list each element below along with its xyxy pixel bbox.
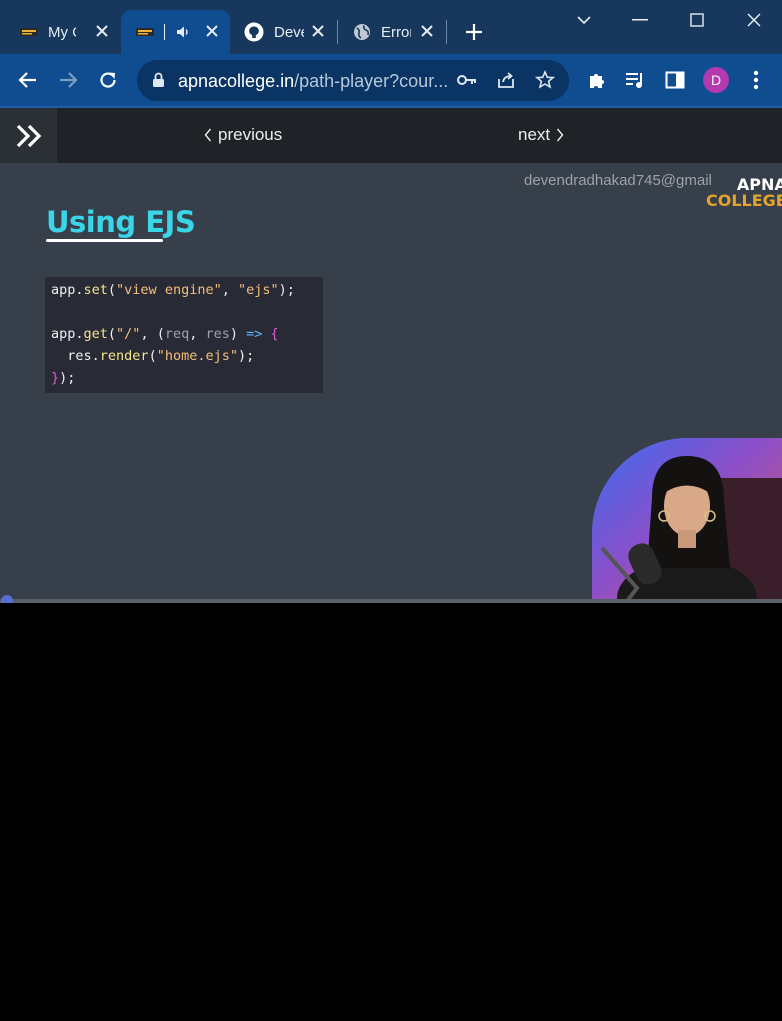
close-icon[interactable] <box>204 23 220 39</box>
tab-divider <box>446 20 447 44</box>
close-icon <box>747 13 761 27</box>
chevron-right-icon <box>557 128 564 142</box>
url-text[interactable]: apnacollege.in/path-player?cour... <box>178 71 448 92</box>
browser-toolbar: apnacollege.in/path-player?cour... D <box>0 54 782 106</box>
next-label: next <box>518 125 551 144</box>
close-window-button[interactable] <box>740 8 768 32</box>
tab-title: Error <box>381 23 411 41</box>
key-icon[interactable] <box>457 72 477 88</box>
presenter-webcam <box>592 438 782 599</box>
tab-active-video[interactable] <box>121 10 230 54</box>
speaker-icon[interactable] <box>175 24 191 40</box>
media-queue-icon <box>626 73 642 88</box>
user-email-watermark: devendradhakad745@gmail <box>524 172 712 189</box>
chevron-left-icon <box>204 128 212 142</box>
extensions-button[interactable] <box>585 68 609 92</box>
apna-college-favicon <box>136 28 154 36</box>
previous-label: previous <box>218 125 283 144</box>
code-snippet: app.set("view engine", "ejs"); app.get("… <box>45 277 323 393</box>
code-line: res.render("home.ejs"); <box>51 348 255 364</box>
tab-title: Deve <box>274 23 304 41</box>
apna-college-favicon <box>20 28 38 36</box>
slide-title: Using EJS <box>46 205 196 239</box>
arrow-left-icon <box>18 72 36 88</box>
browser-titlebar: My C Deve Error <box>0 0 782 54</box>
code-line: }); <box>51 370 76 386</box>
apna-college-logo: APNA COLLEGE <box>706 177 782 209</box>
maximize-icon <box>690 13 704 27</box>
arrow-right-icon <box>60 72 78 88</box>
side-panel-button[interactable] <box>663 68 687 92</box>
minimize-icon <box>632 19 648 21</box>
side-panel-icon <box>665 71 685 89</box>
url-domain: apnacollege.in <box>178 71 295 91</box>
back-button[interactable] <box>16 68 40 92</box>
sidebar-toggle-button[interactable] <box>0 108 57 163</box>
double-chevron-right-icon <box>16 124 41 147</box>
new-tab-plus-icon[interactable] <box>464 22 484 42</box>
globe-icon <box>354 24 370 40</box>
reload-icon <box>100 72 116 88</box>
menu-button[interactable] <box>744 68 768 92</box>
kebab-menu-icon <box>753 70 759 90</box>
puzzle-icon <box>590 74 604 88</box>
tab-divider <box>337 20 338 44</box>
close-icon[interactable] <box>310 23 326 39</box>
share-icon[interactable] <box>496 70 516 90</box>
url-path: /path-player?cour... <box>294 71 449 91</box>
title-underline <box>46 239 163 242</box>
media-control-button[interactable] <box>623 68 647 92</box>
tab-my-courses[interactable]: My C <box>20 10 120 54</box>
github-icon <box>244 22 264 42</box>
logo-line-2: COLLEGE <box>706 191 782 210</box>
chevron-down-icon <box>577 16 591 25</box>
forward-button[interactable] <box>56 68 80 92</box>
tab-error[interactable]: Error <box>353 10 445 54</box>
profile-avatar[interactable]: D <box>703 67 729 93</box>
code-line: app.set("view engine", "ejs"); <box>51 282 295 298</box>
minimize-button[interactable] <box>626 8 654 32</box>
address-bar[interactable]: apnacollege.in/path-player?cour... <box>137 60 569 101</box>
tab-title: My C <box>48 23 76 41</box>
tab-github[interactable]: Deve <box>244 10 336 54</box>
next-button[interactable]: next <box>518 125 564 145</box>
previous-button[interactable]: previous <box>204 125 282 145</box>
code-line: app.get("/", (req, res) => { <box>51 326 279 342</box>
course-nav-bar: previous next <box>0 108 782 163</box>
maximize-button[interactable] <box>683 8 711 32</box>
reload-button[interactable] <box>96 68 120 92</box>
video-frame[interactable]: devendradhakad745@gmail APNA COLLEGE Usi… <box>0 163 782 599</box>
close-icon[interactable] <box>419 23 435 39</box>
tab-title-fragment <box>164 24 165 40</box>
star-icon[interactable] <box>535 70 555 90</box>
lock-icon[interactable] <box>152 72 165 88</box>
player-empty-area <box>0 603 782 1021</box>
close-icon[interactable] <box>94 23 110 39</box>
tab-search-button[interactable] <box>570 8 598 32</box>
